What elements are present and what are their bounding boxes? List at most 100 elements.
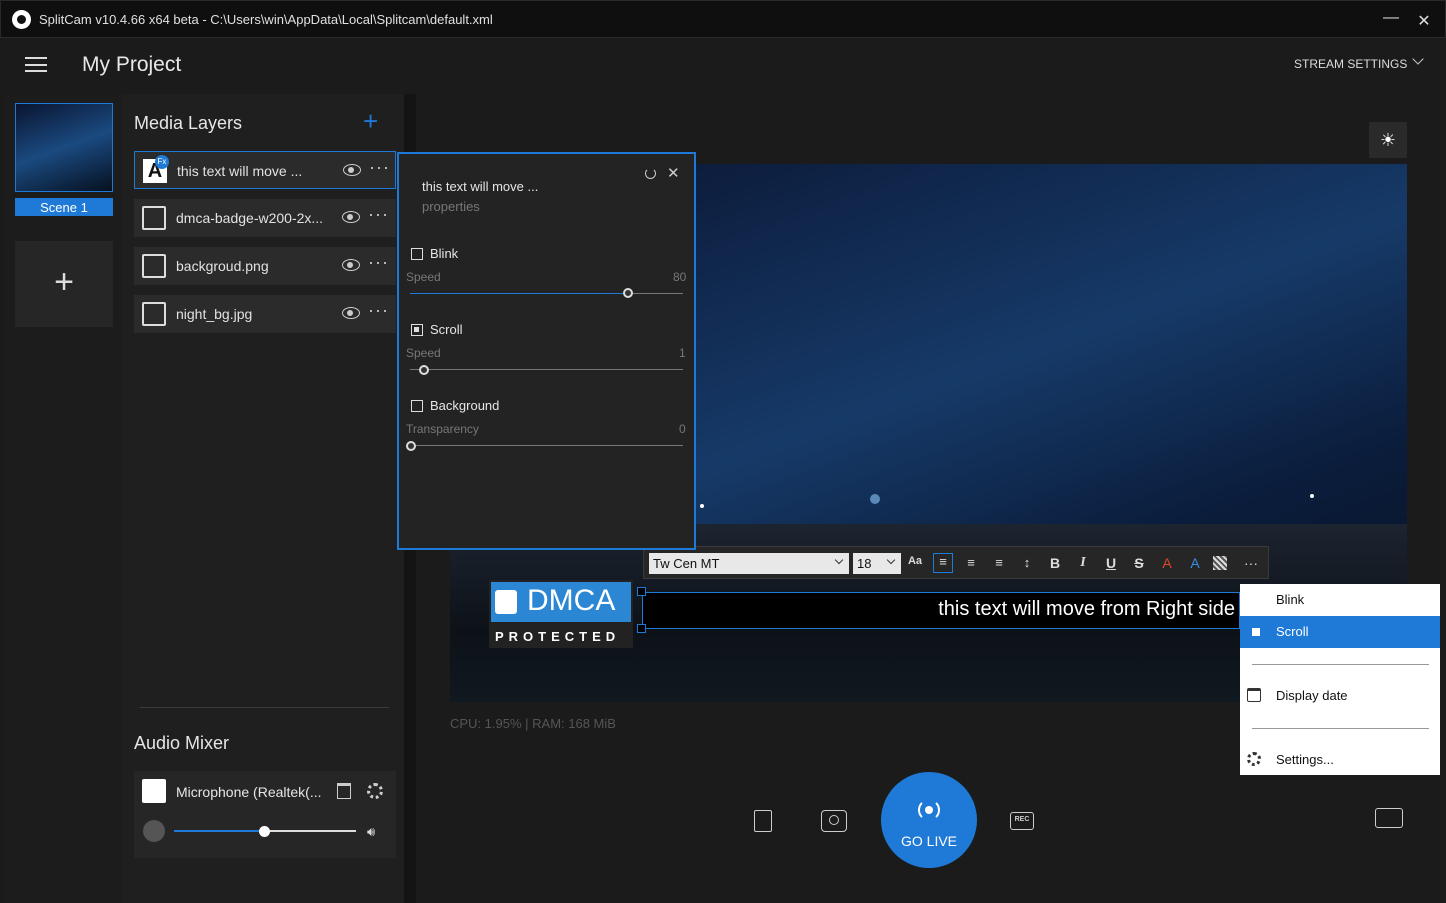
- background-label: Background: [430, 398, 500, 413]
- app-header: My Project STREAM SETTINGS: [4, 38, 1442, 94]
- layer-name: backgroud.png: [176, 258, 269, 274]
- layer-name: this text will move ...: [177, 163, 303, 179]
- volume-slider-knob[interactable]: [259, 826, 270, 837]
- blink-speed-knob[interactable]: [623, 288, 633, 298]
- microphone-icon: [142, 779, 166, 803]
- font-size-select[interactable]: 18: [853, 553, 901, 574]
- close-button[interactable]: ✕: [1414, 11, 1434, 31]
- menu-item-display-date[interactable]: Display date: [1240, 680, 1440, 712]
- splitcam-logo-icon: [12, 10, 31, 29]
- speaker-icon[interactable]: 🔊︎: [367, 824, 375, 840]
- add-layer-icon[interactable]: +: [363, 108, 378, 134]
- close-icon[interactable]: ✕: [667, 164, 680, 182]
- text-overlay[interactable]: this text will move from Right side: [642, 592, 1240, 629]
- blink-label: Blink: [430, 246, 459, 261]
- more-options-icon[interactable]: ···: [369, 157, 390, 178]
- gear-icon[interactable]: [367, 783, 383, 799]
- overlay-text: this text will move from Right side: [938, 598, 1235, 620]
- eye-icon[interactable]: [342, 211, 360, 223]
- more-icon[interactable]: ···: [1241, 555, 1261, 571]
- scenes-panel: Scene 1 +: [4, 94, 122, 903]
- eye-icon[interactable]: [343, 164, 361, 176]
- speaker-control-icon[interactable]: [754, 810, 772, 832]
- audio-device-card: Microphone (Realtek(... 🔊︎: [134, 771, 396, 858]
- scroll-label: Scroll: [430, 322, 463, 337]
- image-icon: [142, 254, 166, 278]
- lock-icon: [495, 590, 517, 614]
- more-options-icon[interactable]: ···: [368, 300, 389, 321]
- align-right-icon[interactable]: ≡: [989, 555, 1009, 570]
- context-menu: Blink Scroll Display date Settings...: [1240, 584, 1440, 775]
- transparency-value: 0: [679, 422, 686, 436]
- dmca-word: DMCA: [527, 584, 616, 617]
- media-layers-title: Media Layers: [134, 113, 243, 133]
- menu-item-settings[interactable]: Settings...: [1240, 744, 1440, 776]
- blink-checkbox[interactable]: [411, 248, 423, 260]
- scroll-speed-slider[interactable]: [410, 369, 683, 370]
- font-case-icon[interactable]: Aa: [905, 555, 925, 567]
- more-options-icon[interactable]: ···: [368, 204, 389, 225]
- vertical-align-icon[interactable]: ↕: [1017, 555, 1037, 570]
- panel-splitter[interactable]: [140, 707, 389, 708]
- layer-item-text[interactable]: A Fx this text will move ... ···: [134, 151, 396, 189]
- background-pattern-icon[interactable]: [1213, 556, 1227, 570]
- resize-handle[interactable]: [637, 624, 646, 633]
- font-select[interactable]: Tw Cen MT: [649, 553, 849, 574]
- go-live-label: GO LIVE: [900, 833, 958, 849]
- menu-divider: [1252, 728, 1429, 729]
- blink-speed-value: 80: [673, 270, 687, 284]
- add-scene-button[interactable]: +: [15, 241, 113, 327]
- reset-icon[interactable]: [645, 168, 656, 179]
- align-center-icon[interactable]: ≡: [961, 555, 981, 570]
- volume-slider-fill: [174, 830, 265, 832]
- dmca-protected: PROTECTED: [495, 629, 621, 644]
- bold-icon[interactable]: B: [1045, 555, 1065, 571]
- brightness-button[interactable]: ☀︎: [1369, 122, 1407, 158]
- mute-icon[interactable]: [143, 820, 165, 842]
- scene-thumbnail[interactable]: [15, 103, 113, 192]
- properties-panel: this text will move ... properties ✕ Bli…: [397, 152, 696, 550]
- layer-item-dmca[interactable]: dmca-badge-w200-2x... ···: [134, 199, 396, 237]
- dmca-badge[interactable]: DMCA PROTECTED: [489, 580, 633, 648]
- menu-divider: [1252, 664, 1429, 665]
- strikethrough-icon[interactable]: S: [1129, 555, 1149, 571]
- background-checkbox[interactable]: [411, 400, 423, 412]
- hamburger-menu-icon[interactable]: [25, 57, 47, 72]
- stream-settings-button[interactable]: STREAM SETTINGS: [1294, 57, 1407, 71]
- transparency-knob[interactable]: [406, 441, 416, 451]
- record-icon[interactable]: REC: [1010, 812, 1034, 830]
- minimize-button[interactable]: —: [1381, 9, 1401, 27]
- text-color-icon[interactable]: A: [1157, 555, 1177, 571]
- text-format-toolbar: Tw Cen MT 18 Aa ≡ ≡ ≡ ↕ B I U S A A ···: [643, 546, 1269, 579]
- layer-name: night_bg.jpg: [176, 306, 253, 322]
- more-options-icon[interactable]: ···: [368, 252, 389, 273]
- chevron-down-icon[interactable]: [1412, 53, 1424, 65]
- broadcast-icon: [918, 799, 940, 821]
- window-title: SplitCam v10.4.66 x64 beta - C:\Users\wi…: [39, 12, 493, 27]
- align-left-icon[interactable]: ≡: [933, 553, 953, 573]
- scroll-checkbox[interactable]: [411, 324, 423, 336]
- layer-name: dmca-badge-w200-2x...: [176, 210, 324, 226]
- menu-item-blink[interactable]: Blink: [1240, 584, 1440, 616]
- eye-icon[interactable]: [342, 259, 360, 271]
- transparency-slider[interactable]: [410, 445, 683, 446]
- trash-icon[interactable]: [337, 783, 351, 799]
- transparency-label: Transparency: [406, 422, 479, 436]
- go-live-button[interactable]: GO LIVE: [881, 772, 977, 868]
- camera-snapshot-icon[interactable]: [821, 810, 847, 832]
- italic-icon[interactable]: I: [1073, 555, 1093, 571]
- scroll-check-icon: [1252, 628, 1260, 636]
- underline-icon[interactable]: U: [1101, 555, 1121, 571]
- audio-device-name: Microphone (Realtek(...: [176, 784, 322, 800]
- scroll-speed-label: Speed: [406, 346, 441, 360]
- scroll-speed-knob[interactable]: [419, 365, 429, 375]
- scene-label[interactable]: Scene 1: [15, 198, 113, 216]
- resize-handle[interactable]: [637, 587, 646, 596]
- chat-icon[interactable]: [1375, 808, 1403, 828]
- scroll-speed-value: 1: [679, 346, 686, 360]
- menu-item-scroll[interactable]: Scroll: [1240, 616, 1440, 648]
- eye-icon[interactable]: [342, 307, 360, 319]
- outline-color-icon[interactable]: A: [1185, 555, 1205, 571]
- layer-item-background[interactable]: backgroud.png ···: [134, 247, 396, 285]
- layer-item-night-bg[interactable]: night_bg.jpg ···: [134, 295, 396, 333]
